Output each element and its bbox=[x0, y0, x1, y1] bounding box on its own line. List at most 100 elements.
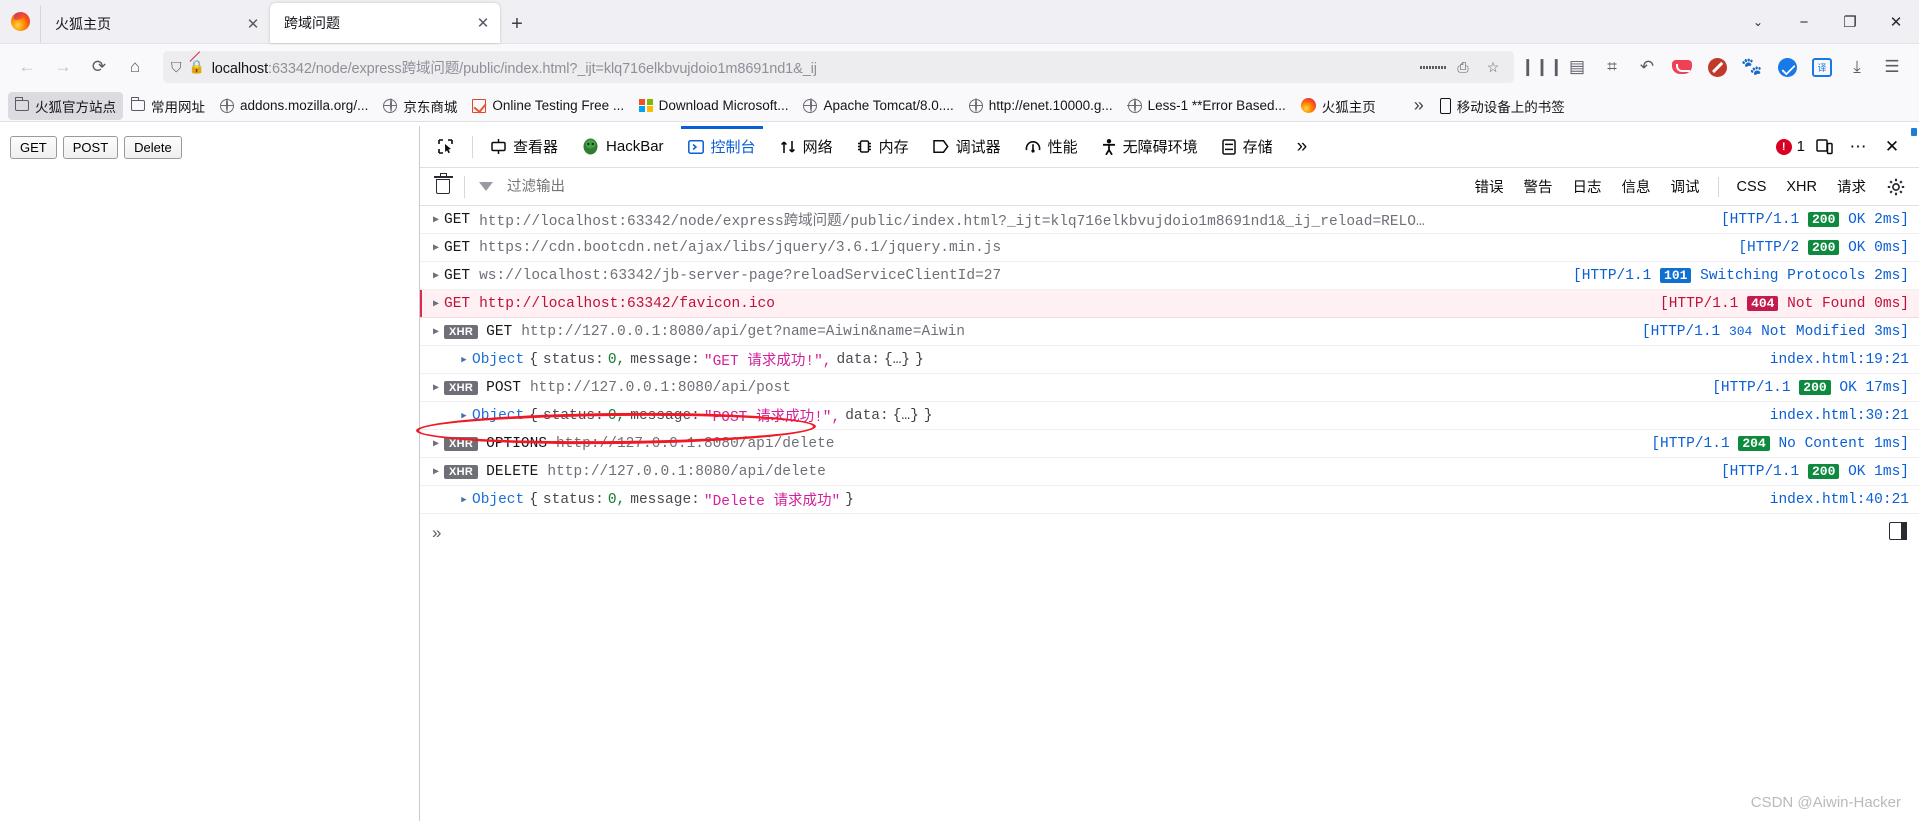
tab-list-chevron-icon[interactable]: ⌄ bbox=[1735, 0, 1781, 44]
home-button[interactable]: ⌂ bbox=[118, 50, 152, 84]
object-value-data[interactable]: {…} bbox=[893, 408, 919, 424]
tab-network[interactable]: 网络 bbox=[769, 126, 844, 168]
container-tabs-icon[interactable]: ⌗ bbox=[1595, 50, 1629, 84]
library-icon[interactable]: ❙❙❙ bbox=[1521, 50, 1564, 84]
responsive-design-mode-button[interactable] bbox=[1809, 132, 1839, 162]
history-back-icon[interactable]: ↶ bbox=[1630, 50, 1664, 84]
tab-hackbar[interactable]: HackBar bbox=[571, 126, 675, 168]
close-icon[interactable]: ✕ bbox=[472, 12, 494, 34]
error-count-badge[interactable]: ! 1 bbox=[1775, 138, 1805, 155]
bookmark-item-9[interactable]: 火狐主页 bbox=[1294, 92, 1383, 120]
console-row-request-options[interactable]: ▶ XHR OPTIONS http://127.0.0.1:8080/api/… bbox=[420, 430, 1919, 458]
devtools-menu-button[interactable]: ⋯ bbox=[1843, 132, 1873, 162]
request-url[interactable]: http://127.0.0.1:8080/api/delete bbox=[556, 436, 834, 452]
expand-arrow-icon[interactable]: ▶ bbox=[428, 466, 444, 478]
bookmark-item-1[interactable]: 常用网址 bbox=[124, 92, 212, 120]
expand-arrow-icon[interactable]: ▶ bbox=[456, 355, 472, 365]
expand-arrow-icon[interactable]: ▶ bbox=[428, 214, 444, 226]
bookmark-item-7[interactable]: http://enet.10000.g... bbox=[962, 94, 1120, 117]
expand-arrow-icon[interactable]: ▶ bbox=[456, 411, 472, 421]
close-icon[interactable]: ✕ bbox=[242, 13, 264, 35]
bookmark-item-6[interactable]: Apache Tomcat/8.0.... bbox=[796, 94, 960, 117]
filter-requests-button[interactable]: 请求 bbox=[1828, 173, 1875, 200]
object-label[interactable]: Object bbox=[472, 408, 524, 424]
tab-storage[interactable]: 存储 bbox=[1211, 126, 1284, 168]
minimize-button[interactable]: − bbox=[1781, 0, 1827, 44]
request-url[interactable]: http://127.0.0.1:8080/api/get?name=Aiwin… bbox=[521, 324, 965, 340]
bookmarks-overflow-chevron-icon[interactable]: » bbox=[1406, 95, 1432, 116]
console-row-object[interactable]: ▶ Object { status: 0, message: "GET 请求成功… bbox=[420, 346, 1919, 374]
bookmark-item-8[interactable]: Less-1 **Error Based... bbox=[1121, 94, 1293, 117]
bookmark-item-0[interactable]: 火狐官方站点 bbox=[8, 91, 123, 120]
element-picker-button[interactable] bbox=[426, 126, 465, 168]
source-link[interactable]: index.html:30:21 bbox=[1752, 408, 1909, 424]
dock-to-side-icon[interactable] bbox=[1889, 522, 1907, 540]
request-url[interactable]: https://cdn.bootcdn.net/ajax/libs/jquery… bbox=[479, 240, 1001, 256]
reload-button[interactable]: ⟳ bbox=[82, 50, 116, 84]
object-label[interactable]: Object bbox=[472, 492, 524, 508]
console-row-request[interactable]: ▶ XHR DELETE http://127.0.0.1:8080/api/d… bbox=[420, 458, 1919, 486]
blue-check-extension-icon[interactable] bbox=[1770, 50, 1804, 84]
save-page-icon[interactable]: ⤓ bbox=[1840, 50, 1874, 84]
bookmark-item-2[interactable]: addons.mozilla.org/... bbox=[213, 94, 375, 117]
console-row-request[interactable]: ▶ GET https://cdn.bootcdn.net/ajax/libs/… bbox=[420, 234, 1919, 262]
expand-arrow-icon[interactable]: ▶ bbox=[428, 438, 444, 450]
reader-view-icon[interactable]: ▤ bbox=[1560, 50, 1594, 84]
scrollbar-marker[interactable] bbox=[1911, 128, 1917, 136]
filter-xhr-button[interactable]: XHR bbox=[1777, 176, 1826, 198]
get-button[interactable]: GET bbox=[10, 136, 57, 159]
noscript-extension-icon[interactable] bbox=[1700, 50, 1734, 84]
console-row-request[interactable]: ▶ XHR GET http://127.0.0.1:8080/api/get?… bbox=[420, 318, 1919, 346]
back-button[interactable]: ← bbox=[10, 50, 44, 84]
tab-performance[interactable]: 性能 bbox=[1014, 126, 1089, 168]
translate-extension-icon[interactable]: 译 bbox=[1805, 50, 1839, 84]
devtools-close-button[interactable]: ✕ bbox=[1877, 132, 1907, 162]
tab-inspector[interactable]: 查看器 bbox=[480, 126, 569, 168]
filter-warnings-button[interactable]: 警告 bbox=[1515, 173, 1562, 200]
expand-arrow-icon[interactable]: ▶ bbox=[428, 242, 444, 254]
app-menu-button[interactable]: ☰ bbox=[1875, 50, 1909, 84]
console-row-error[interactable]: ▶ GET http://localhost:63342/favicon.ico… bbox=[420, 290, 1919, 318]
bookmark-item-4[interactable]: Online Testing Free ... bbox=[465, 94, 631, 117]
bookmark-item-3[interactable]: 京东商城 bbox=[376, 92, 464, 120]
console-output[interactable]: ▶ GET http://localhost:63342/node/expres… bbox=[420, 206, 1919, 821]
expand-arrow-icon[interactable]: ▶ bbox=[428, 298, 444, 310]
expand-arrow-icon[interactable]: ▶ bbox=[428, 270, 444, 282]
console-row-request[interactable]: ▶ XHR POST http://127.0.0.1:8080/api/pos… bbox=[420, 374, 1919, 402]
cat-extension-icon[interactable]: 🐾 bbox=[1735, 50, 1769, 84]
request-url[interactable]: http://localhost:63342/favicon.ico bbox=[479, 296, 775, 312]
bookmark-item-5[interactable]: Download Microsoft... bbox=[632, 94, 795, 117]
tab-memory[interactable]: 内存 bbox=[846, 126, 920, 168]
close-window-button[interactable]: ✕ bbox=[1873, 0, 1919, 44]
tab-accessibility[interactable]: 无障碍环境 bbox=[1091, 126, 1209, 168]
source-link[interactable]: index.html:40:21 bbox=[1752, 492, 1909, 508]
clear-console-icon[interactable] bbox=[433, 173, 453, 194]
new-tab-button[interactable]: + bbox=[500, 5, 534, 43]
expand-arrow-icon[interactable]: ▶ bbox=[428, 326, 444, 338]
browser-tab-0[interactable]: 火狐主页 ✕ bbox=[40, 5, 270, 43]
forward-button[interactable]: → bbox=[46, 50, 80, 84]
object-value-data[interactable]: {…} bbox=[884, 352, 910, 368]
console-row-object[interactable]: ▶ Object { status: 0, message: "POST 请求成… bbox=[420, 402, 1919, 430]
filter-logs-button[interactable]: 日志 bbox=[1564, 173, 1611, 200]
source-link[interactable]: index.html:19:21 bbox=[1752, 352, 1909, 368]
filter-debug-button[interactable]: 调试 bbox=[1662, 173, 1709, 200]
request-url[interactable]: http://localhost:63342/node/express跨域问题/… bbox=[479, 209, 1425, 230]
address-bar[interactable]: ⛉ 🔒 localhost:63342/node/express跨域问题/pub… bbox=[163, 51, 1514, 83]
tab-console[interactable]: 控制台 bbox=[677, 125, 767, 168]
object-label[interactable]: Object bbox=[472, 352, 524, 368]
tab-debugger[interactable]: 调试器 bbox=[922, 126, 1012, 168]
console-row-request[interactable]: ▶ GET ws://localhost:63342/jb-server-pag… bbox=[420, 262, 1919, 290]
maximize-restore-button[interactable]: ❐ bbox=[1827, 0, 1873, 44]
translate-page-icon[interactable]: ⎙ bbox=[1450, 54, 1476, 80]
filter-css-button[interactable]: CSS bbox=[1728, 176, 1776, 198]
filter-info-button[interactable]: 信息 bbox=[1613, 173, 1660, 200]
mobile-bookmarks-item[interactable]: 移动设备上的书签 bbox=[1433, 92, 1572, 120]
expand-arrow-icon[interactable]: ▶ bbox=[428, 382, 444, 394]
console-row-object[interactable]: ▶ Object { status: 0, message: "Delete 请… bbox=[420, 486, 1919, 514]
shield-icon[interactable]: ⛉ bbox=[171, 59, 182, 76]
browser-tab-1[interactable]: 跨域问题 ✕ bbox=[270, 3, 500, 43]
console-settings-button[interactable] bbox=[1881, 172, 1911, 202]
bookmark-star-icon[interactable]: ☆ bbox=[1480, 54, 1506, 80]
broken-lock-icon[interactable]: 🔒 bbox=[189, 51, 205, 75]
